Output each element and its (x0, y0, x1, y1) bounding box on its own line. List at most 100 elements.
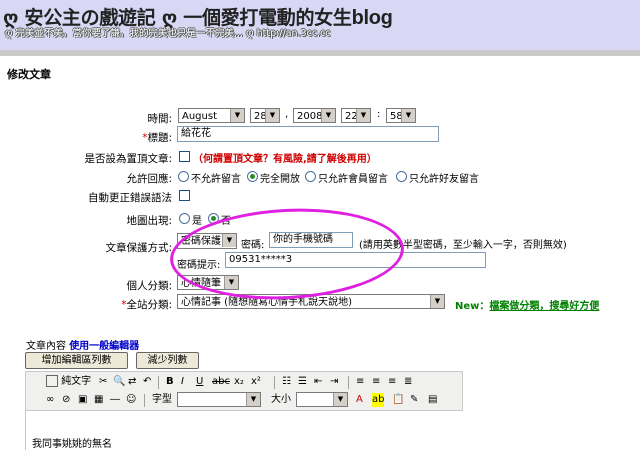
editor-toolbar: 純文字 ✂ 🔍 ⇄ ↶ B I U abc x₂ x² ☷ ☰ ⇤ ⇥ ≡ ≡ … (25, 371, 463, 411)
minute-select[interactable]: 58 ▼ (386, 108, 416, 123)
blog-banner: ღ 安公主の戲遊記 ღ 一個愛打電動的女生blog ღ 完美並不美，當你要了謙，… (0, 0, 640, 50)
new-tag: New： (455, 301, 490, 312)
ordered-list-icon[interactable]: ☷ (282, 375, 291, 389)
undo-icon[interactable]: ↶ (143, 375, 151, 389)
map-option-yes: 是 (192, 216, 202, 227)
reply-option-friends: 只允許好友留言 (409, 174, 479, 185)
blog-title-english: blog (351, 7, 393, 29)
blog-subtitle: ღ 完美並不美，當你要了謙，我的完美也只是一不完美... ღ http://an… (5, 25, 331, 39)
map-label: 地圖出現: (126, 215, 172, 227)
content-label: 文章內容 (26, 341, 66, 352)
smiley-icon[interactable]: ☺ (126, 393, 136, 407)
basic-editor-link[interactable]: 使用一般編輯器 (69, 341, 139, 352)
font-select[interactable]: ▼ (177, 392, 261, 407)
reply-option-none: 不允許留言 (191, 174, 241, 185)
clean-icon[interactable]: ✎ (410, 393, 418, 407)
reply-label: 允許回應: (126, 173, 172, 185)
toolbar-separator (144, 394, 145, 407)
category-help-link[interactable]: 檔案做分類，搜尋好方便 (489, 301, 599, 312)
page-title: 修改文章 (7, 68, 51, 81)
title-input[interactable]: 給花花 (177, 126, 439, 142)
reply-radio-none[interactable] (178, 171, 189, 182)
autocorrect-checkbox[interactable] (179, 190, 190, 201)
align-center-icon[interactable]: ≡ (372, 375, 380, 389)
site-category-label-text: 全站分類: (126, 299, 172, 311)
heart-swirl-icon: ღ (246, 28, 254, 39)
personal-category-label: 個人分類: (126, 280, 172, 292)
editor-body[interactable]: 我同事姚姚的無名 (25, 411, 586, 450)
subscript-icon[interactable]: x₂ (234, 375, 244, 389)
superscript-icon[interactable]: x² (251, 375, 261, 389)
toolbar-separator (348, 376, 349, 389)
table-icon[interactable]: ▦ (94, 393, 103, 407)
reply-radio-open[interactable] (247, 171, 258, 182)
pin-checkbox[interactable] (179, 151, 190, 162)
pin-label: 是否設為置頂文章: (84, 153, 172, 165)
size-select[interactable]: ▼ (296, 392, 348, 407)
chevron-down-icon: ▼ (356, 109, 370, 122)
font-label: 字型 (152, 394, 172, 405)
time-colon: : (377, 109, 381, 120)
reply-option-members: 只允許會員留言 (318, 174, 388, 185)
align-right-icon[interactable]: ≡ (388, 375, 396, 389)
chevron-down-icon: ▼ (230, 109, 244, 122)
align-left-icon[interactable]: ≡ (356, 375, 364, 389)
year-select[interactable]: 2008 ▼ (293, 108, 336, 123)
text-color-icon[interactable]: A (356, 393, 363, 407)
unlink-icon[interactable]: ⊘ (62, 393, 70, 407)
site-category-label: *全站分類: (100, 297, 172, 312)
title-label-text: 標題: (147, 132, 172, 144)
replace-icon[interactable]: ⇄ (128, 375, 136, 389)
source-button-label: 純文字 (61, 376, 92, 387)
time-label: 時間: (147, 113, 172, 125)
protect-label: 文章保護方式: (105, 242, 172, 254)
source-button[interactable]: 純文字 (46, 375, 91, 389)
chevron-down-icon: ▼ (401, 109, 415, 122)
title-label: *標題: (120, 130, 172, 145)
blog-url: http://an.3cc.cc (256, 28, 331, 39)
indent-icon[interactable]: ⇥ (330, 375, 338, 389)
reply-option-open: 完全開放 (260, 174, 300, 185)
align-justify-icon[interactable]: ≣ (404, 375, 412, 389)
cut-icon[interactable]: ✂ (99, 375, 107, 389)
blog-subtitle-text: 完美並不美，當你要了謙，我的完美也只是一不完美... (15, 28, 244, 39)
find-icon[interactable]: 🔍 (113, 375, 125, 389)
content-label-row: 文章內容 使用一般編輯器 (26, 337, 139, 352)
chevron-down-icon: ▼ (246, 393, 260, 406)
chevron-down-icon: ▼ (321, 109, 335, 122)
toolbar-separator (274, 376, 275, 389)
source-icon (46, 375, 58, 387)
remove-rows-button[interactable]: 減少列數 (136, 352, 199, 369)
reply-radio-members[interactable] (305, 171, 316, 182)
outdent-icon[interactable]: ⇤ (314, 375, 322, 389)
bold-icon[interactable]: B (166, 375, 174, 389)
new-feature-notice: New：檔案做分類，搜尋好方便 (455, 297, 599, 312)
preview-icon[interactable]: ▤ (428, 393, 437, 407)
month-select[interactable]: August ▼ (178, 108, 245, 123)
chevron-down-icon: ▼ (430, 295, 444, 308)
autocorrect-label: 自動更正錯誤語法 (88, 192, 172, 204)
underline-icon[interactable]: U (196, 375, 203, 389)
chevron-down-icon: ▼ (333, 393, 347, 406)
day-select[interactable]: 28 ▼ (250, 108, 280, 123)
date-comma: , (285, 109, 289, 120)
paste-icon[interactable]: 📋 (392, 393, 404, 407)
hour-select[interactable]: 22 ▼ (341, 108, 371, 123)
reply-radio-friends[interactable] (396, 171, 407, 182)
italic-icon[interactable]: I (181, 375, 184, 389)
link-icon[interactable]: ∞ (46, 393, 54, 407)
divider (0, 50, 640, 56)
strikethrough-icon[interactable]: abc (212, 375, 230, 389)
year-value: 2008 (297, 111, 323, 122)
image-icon[interactable]: ▣ (78, 393, 87, 407)
chevron-down-icon: ▼ (265, 109, 279, 122)
rule-icon[interactable]: ― (110, 393, 120, 407)
highlight-color-icon[interactable]: ab (372, 393, 385, 407)
map-radio-yes[interactable] (179, 213, 190, 224)
toolbar-separator (158, 376, 159, 389)
pin-note[interactable]: （何謂置頂文章？有風險,請了解後再用） (193, 150, 377, 165)
month-value: August (182, 111, 217, 122)
unordered-list-icon[interactable]: ☰ (298, 375, 307, 389)
heart-swirl-icon: ღ (5, 28, 13, 39)
add-rows-button[interactable]: 增加編輯區列數 (25, 352, 128, 369)
